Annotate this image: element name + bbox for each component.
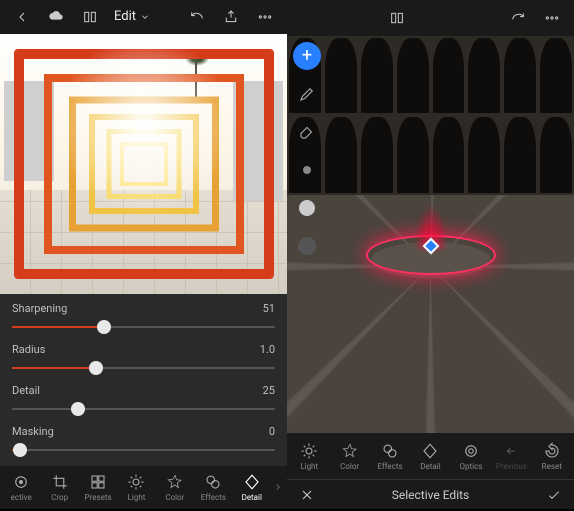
light-icon [127, 473, 145, 491]
detail-icon [243, 473, 261, 491]
tool-selective[interactable]: ective [2, 469, 40, 506]
crop-icon [51, 473, 69, 491]
reset-icon [543, 442, 561, 460]
slider-knob[interactable] [89, 361, 103, 375]
tool-detail[interactable]: Detail [233, 469, 271, 506]
slider-track[interactable] [12, 403, 275, 415]
slider-track[interactable] [12, 362, 275, 374]
tool-light[interactable]: Light [289, 438, 329, 475]
slider-masking: Masking 0 [12, 425, 275, 462]
photo-preview[interactable] [0, 34, 287, 294]
tool-color[interactable]: Color [329, 438, 369, 475]
share-button[interactable] [215, 1, 247, 33]
tool-label: Color [165, 493, 184, 502]
tool-label: Previous [496, 462, 527, 471]
confirm-button[interactable] [544, 479, 564, 511]
tool-reset[interactable]: Reset [532, 438, 572, 475]
tool-label: Reset [542, 462, 562, 471]
presets-icon [89, 473, 107, 491]
selection-dot-3[interactable] [293, 232, 321, 260]
color-icon [341, 442, 359, 460]
tool-effects[interactable]: Effects [370, 438, 410, 475]
redo-button[interactable] [502, 2, 534, 34]
slider-value: 51 [263, 302, 275, 315]
detail-icon [421, 442, 439, 460]
slider-track[interactable] [12, 321, 275, 333]
brush-tool[interactable] [293, 80, 321, 108]
slider-detail: Detail 25 [12, 384, 275, 421]
slider-value: 1.0 [260, 343, 275, 356]
tool-label: Detail [420, 462, 440, 471]
right-toolbar: Light Color Effects Detail Optics Previous Res… [287, 433, 574, 479]
chevron-down-icon [140, 12, 150, 22]
tool-previous[interactable]: Previous [491, 438, 531, 475]
tool-label: Detail [242, 493, 262, 502]
eraser-tool[interactable] [293, 118, 321, 146]
edit-label-text: Edit [114, 9, 136, 24]
add-selection-button[interactable]: + [293, 42, 321, 70]
left-topbar: Edit [0, 0, 287, 34]
slider-label: Sharpening [12, 302, 67, 315]
previous-icon [502, 442, 520, 460]
tool-label: Effects [377, 462, 402, 471]
more-button[interactable] [536, 2, 568, 34]
left-toolbar: ective Crop Presets Light Color Effects Detail [0, 466, 287, 509]
tool-detail[interactable]: Detail [410, 438, 450, 475]
slider-label: Detail [12, 384, 40, 397]
tool-label: ective [11, 493, 32, 502]
selective-icon [12, 473, 30, 491]
slider-track[interactable] [12, 444, 275, 456]
back-button[interactable] [6, 1, 38, 33]
slider-label: Radius [12, 343, 45, 356]
color-icon [166, 473, 184, 491]
slider-radius: Radius 1.0 [12, 343, 275, 380]
slider-value: 0 [269, 425, 275, 438]
right-topbar [287, 0, 574, 36]
tool-crop[interactable]: Crop [40, 469, 78, 506]
tool-effects[interactable]: Effects [194, 469, 232, 506]
compare-icon[interactable] [381, 2, 413, 34]
selective-tools: + [293, 42, 321, 260]
cloud-sync-icon[interactable] [40, 1, 72, 33]
slider-sharpening: Sharpening 51 [12, 302, 275, 339]
selective-edits-title: Selective Edits [317, 488, 544, 502]
tool-presets[interactable]: Presets [79, 469, 117, 506]
tool-label: Effects [201, 493, 226, 502]
slider-knob[interactable] [97, 320, 111, 334]
tool-label: Light [128, 493, 146, 502]
selection-dot-1[interactable] [293, 156, 321, 184]
edit-dropdown[interactable]: Edit [108, 9, 156, 24]
tool-label: Presets [85, 493, 112, 502]
more-button[interactable] [249, 1, 281, 33]
slider-value: 25 [263, 384, 275, 397]
tool-label: Color [340, 462, 359, 471]
selection-dot-2[interactable] [293, 194, 321, 222]
effects-icon [381, 442, 399, 460]
slider-knob[interactable] [13, 443, 27, 457]
tool-color[interactable]: Color [156, 469, 194, 506]
optics-icon [462, 442, 480, 460]
selective-edits-bar: Selective Edits [287, 479, 574, 509]
tool-label: Light [300, 462, 318, 471]
tool-light[interactable]: Light [117, 469, 155, 506]
undo-button[interactable] [181, 1, 213, 33]
right-pane: + Light Color Effects Detail Optics Previous R… [287, 0, 574, 509]
tool-optics[interactable]: Optics [451, 438, 491, 475]
compare-icon[interactable] [74, 1, 106, 33]
effects-icon [204, 473, 222, 491]
detail-sliders: Sharpening 51 Radius 1.0 Detail 25 Masking 0 [0, 294, 287, 466]
light-icon [300, 442, 318, 460]
tool-label: Crop [51, 493, 68, 502]
close-button[interactable] [297, 479, 317, 511]
tool-label: Optics [459, 462, 482, 471]
slider-knob[interactable] [71, 402, 85, 416]
photo-preview[interactable]: + [287, 36, 574, 433]
toolbar-scroll-right[interactable] [271, 482, 285, 492]
left-pane: Edit Sharpening 51 Radius 1.0 Detail 25 Mas… [0, 0, 287, 509]
slider-label: Masking [12, 425, 54, 438]
